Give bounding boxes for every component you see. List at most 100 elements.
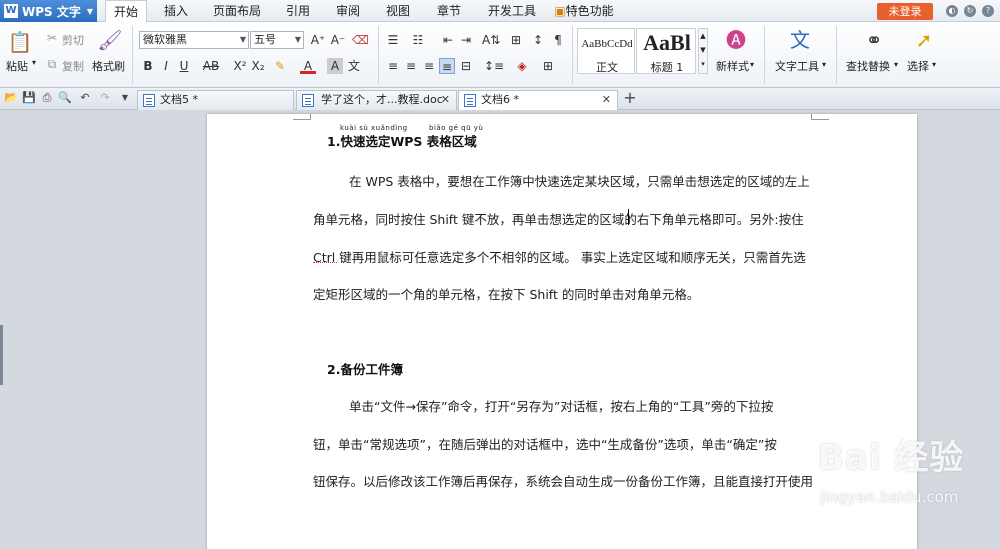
paste-button[interactable]: 粘贴	[6, 58, 28, 74]
divider	[378, 26, 379, 84]
text-direction-icon[interactable]: A⇅	[482, 32, 500, 48]
tab-document-5[interactable]: 文档5 *	[137, 90, 294, 110]
numbered-list-icon[interactable]: ☷	[410, 32, 426, 48]
style-gallery-scroll[interactable]: ▲ ▼ ▾	[698, 28, 708, 74]
style-heading1-preview: AaBl	[643, 30, 691, 55]
superscript-icon[interactable]: X²	[232, 58, 248, 74]
bullet-list-icon[interactable]: ☰	[385, 32, 401, 48]
font-name-select[interactable]: 微软雅黑 ▼	[139, 31, 249, 49]
tab-insert[interactable]: 插入	[155, 0, 197, 22]
style-normal[interactable]: AaBbCcDd 正文	[577, 28, 635, 74]
select-button[interactable]: 选择	[907, 58, 929, 74]
shading-icon[interactable]: ◈	[514, 58, 530, 74]
format-painter-icon[interactable]: 🖌	[96, 26, 124, 54]
copy-icon[interactable]: ⧉	[44, 56, 60, 72]
tab-chapter[interactable]: 章节	[429, 0, 469, 22]
paste-dropdown-icon[interactable]: ▾	[32, 58, 36, 67]
sort-icon[interactable]: ↕	[530, 32, 546, 48]
phonetic-guide-icon[interactable]: 文	[346, 58, 362, 74]
skin-icon[interactable]: ◐	[946, 5, 958, 17]
increase-indent-icon[interactable]: ⇥	[458, 32, 474, 48]
decrease-indent-icon[interactable]: ⇤	[440, 32, 456, 48]
tab-label: 文档5 *	[160, 93, 198, 106]
chevron-down-icon[interactable]: ▾	[894, 60, 898, 69]
align-left-icon[interactable]: ≡	[385, 58, 401, 74]
menu-bar: W WPS 文字 ▼ 开始 插入 页面布局 引用 审阅 视图 章节 开发工具 ▣…	[0, 0, 1000, 23]
find-replace-button[interactable]: 查找替换	[846, 58, 890, 74]
paragraph-line: 在 WPS 表格中，要想在工作簿中快速选定某块区域，只需单击想选定的区域的左上	[349, 174, 810, 189]
help-icon[interactable]: ?	[982, 5, 994, 17]
subscript-icon[interactable]: X₂	[250, 58, 266, 74]
tab-developer[interactable]: 开发工具	[480, 0, 544, 22]
new-style-button[interactable]: 新样式	[716, 58, 749, 74]
divider	[836, 26, 837, 84]
grow-font-icon[interactable]: A⁺	[310, 32, 326, 48]
print-icon[interactable]: ⎙	[40, 91, 54, 105]
close-icon[interactable]: ✕	[441, 91, 450, 109]
undo-icon[interactable]: ↶	[78, 91, 92, 105]
font-size-select[interactable]: 五号 ▼	[250, 31, 304, 49]
align-center-icon[interactable]: ≡	[403, 58, 419, 74]
line-spacing-icon[interactable]: ↕≡	[484, 58, 504, 74]
login-button[interactable]: 未登录	[877, 3, 933, 20]
document-tab-bar: 📂 💾 ⎙ 🔍 ↶ ↷ ▼ 文档5 * ⊠ 学了这个，才...教程.doc ✕ …	[0, 88, 1000, 110]
style-heading1[interactable]: AaBl 标题 1	[636, 28, 696, 74]
tab-review[interactable]: 审阅	[328, 0, 368, 22]
bold-icon[interactable]: B	[140, 58, 156, 74]
margin-corner-mark	[811, 114, 829, 120]
font-color-icon[interactable]: A	[300, 58, 316, 74]
italic-icon[interactable]: I	[158, 58, 174, 74]
tab-page-layout[interactable]: 页面布局	[207, 0, 267, 22]
shrink-font-icon[interactable]: A⁻	[330, 32, 346, 48]
new-style-icon[interactable]: 🅐	[722, 26, 750, 54]
open-folder-icon[interactable]: 📂	[4, 91, 18, 105]
tab-tutorial-doc[interactable]: 学了这个，才...教程.doc ✕	[296, 90, 457, 110]
cursor-arrow-icon[interactable]: ➚	[910, 26, 938, 54]
char-shading-icon[interactable]: A	[327, 58, 343, 74]
redo-icon[interactable]: ↷	[98, 91, 112, 105]
heading-2: 2.备份工件簿	[327, 362, 403, 377]
tab-label: 学了这个，才...教程.doc	[321, 93, 443, 106]
watermark-url: jingyan.baidu.com	[820, 488, 959, 506]
chevron-down-icon[interactable]: ▾	[750, 60, 754, 69]
binoculars-icon[interactable]: ⚭	[860, 26, 888, 54]
distributed-icon[interactable]: ⊟	[458, 58, 474, 74]
text-tools-icon[interactable]: 文	[786, 26, 814, 54]
highlight-icon[interactable]: ✎	[272, 58, 288, 74]
app-menu-button[interactable]: W WPS 文字 ▼	[0, 0, 97, 22]
close-icon[interactable]: ✕	[602, 91, 611, 109]
print-preview-icon[interactable]: 🔍	[58, 91, 72, 105]
show-marks-icon[interactable]: ¶	[550, 32, 566, 48]
tab-references[interactable]: 引用	[278, 0, 318, 22]
paragraph-line: 钮，单击“常规选项”，在随后弹出的对话框中，选中“生成备份”选项，单击“确定”按	[313, 437, 777, 452]
tab-label: 文档6 *	[481, 93, 519, 106]
clear-format-icon[interactable]: ⌫	[352, 32, 369, 48]
copy-button[interactable]: 复制	[62, 58, 84, 74]
border-icon[interactable]: ⊞	[540, 58, 556, 74]
chevron-down-icon[interactable]: ▾	[932, 60, 936, 69]
ribbon: 📋 粘贴 ▾ ✂ 剪切 ⧉ 复制 🖌 格式刷 微软雅黑 ▼ 五号 ▼ A⁺ A⁻…	[0, 22, 1000, 88]
paste-icon[interactable]: 📋	[6, 28, 34, 56]
underline-icon[interactable]: U	[176, 58, 192, 74]
tab-view[interactable]: 视图	[378, 0, 418, 22]
cut-button[interactable]: 剪切	[62, 32, 84, 48]
align-right-icon[interactable]: ≡	[421, 58, 437, 74]
customize-toolbar-icon[interactable]: ▼	[118, 91, 132, 105]
table-icon[interactable]: ⊞	[508, 32, 524, 48]
tab-home[interactable]: 开始	[105, 0, 147, 23]
strikethrough-icon[interactable]: AB	[200, 58, 222, 74]
tab-document-6[interactable]: 文档6 * ✕	[458, 90, 618, 110]
chevron-down-icon: ▼	[86, 6, 93, 16]
font-size-value: 五号	[254, 33, 276, 46]
refresh-icon[interactable]: ↻	[964, 5, 976, 17]
scissors-icon[interactable]: ✂	[44, 30, 60, 46]
tab-special-features[interactable]: ▣特色功能	[553, 0, 615, 22]
style-heading1-label: 标题 1	[650, 61, 684, 74]
new-tab-icon[interactable]: +	[623, 90, 637, 106]
text-tools-button[interactable]: 文字工具	[775, 58, 819, 74]
justify-icon[interactable]: ≡	[439, 58, 455, 74]
chevron-down-icon: ▼	[294, 35, 301, 44]
save-icon[interactable]: 💾	[22, 91, 36, 105]
format-painter-button[interactable]: 格式刷	[92, 58, 125, 74]
chevron-down-icon[interactable]: ▾	[822, 60, 826, 69]
